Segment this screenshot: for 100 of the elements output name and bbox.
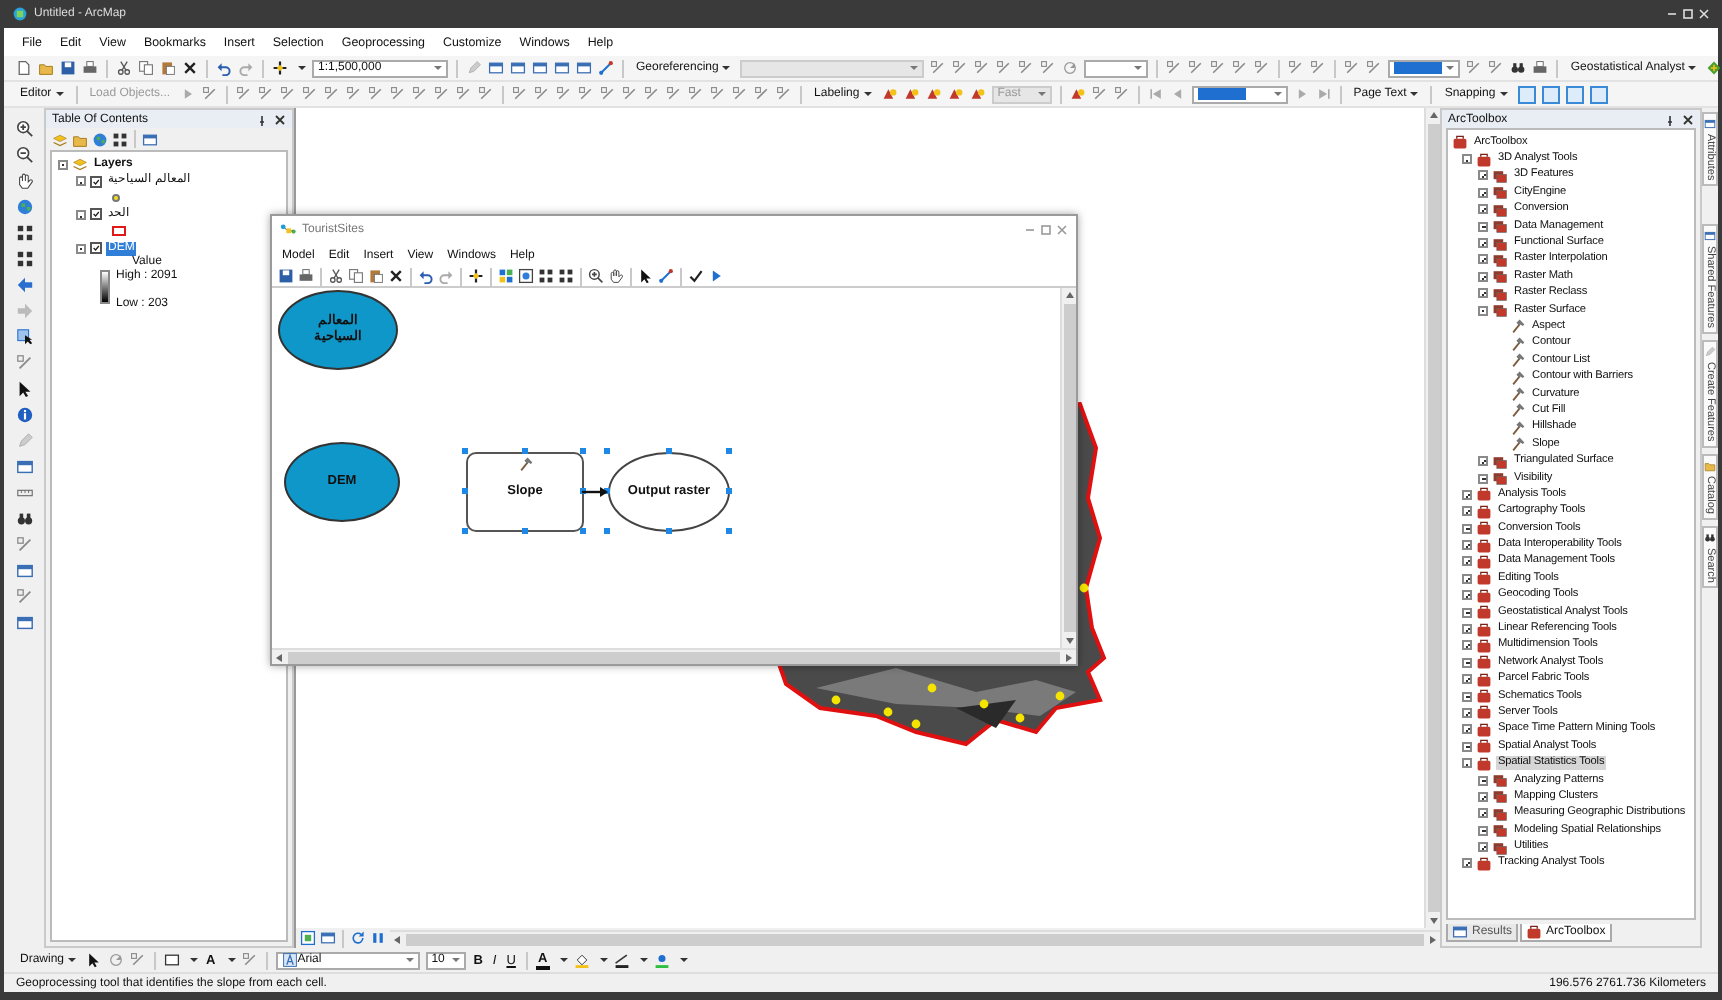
expand-toggle[interactable] bbox=[1462, 674, 1472, 685]
tool-icon[interactable] bbox=[1040, 60, 1057, 76]
label-icon[interactable] bbox=[1069, 86, 1086, 102]
expand-toggle[interactable] bbox=[1462, 506, 1472, 517]
expand-toggle[interactable] bbox=[1462, 573, 1472, 584]
tool-icon[interactable] bbox=[324, 86, 341, 102]
caret-icon[interactable] bbox=[1410, 92, 1419, 96]
tool-icon[interactable] bbox=[688, 86, 705, 102]
tool-icon[interactable] bbox=[644, 86, 661, 102]
rotate-icon[interactable] bbox=[1062, 60, 1079, 76]
marker-color-icon[interactable] bbox=[653, 952, 670, 968]
expand-toggle[interactable] bbox=[1462, 858, 1472, 869]
window-icon[interactable] bbox=[532, 60, 548, 76]
scrollbar[interactable] bbox=[390, 930, 1440, 946]
tool-icon[interactable] bbox=[456, 86, 473, 102]
tool-icon[interactable] bbox=[1344, 60, 1361, 76]
expand-toggle[interactable] bbox=[1478, 456, 1488, 467]
globe-icon[interactable] bbox=[15, 198, 33, 216]
scrollbar[interactable] bbox=[1424, 108, 1440, 928]
expand-toggle[interactable] bbox=[1478, 842, 1488, 853]
caret-icon[interactable] bbox=[298, 66, 306, 70]
tool-icon[interactable] bbox=[1466, 60, 1483, 76]
caret-icon[interactable] bbox=[722, 66, 731, 70]
expand-toggle[interactable] bbox=[1462, 707, 1472, 718]
expand-toggle[interactable] bbox=[1462, 523, 1472, 534]
text-field[interactable] bbox=[1084, 59, 1149, 77]
pointer-icon[interactable] bbox=[638, 268, 654, 284]
expand-toggle[interactable] bbox=[1462, 724, 1472, 735]
scissors-icon[interactable] bbox=[328, 268, 344, 284]
expand-toggle[interactable] bbox=[1462, 154, 1472, 165]
window-icon[interactable] bbox=[554, 60, 570, 76]
window-controls[interactable] bbox=[1666, 4, 1710, 24]
window-icon[interactable] bbox=[15, 458, 33, 476]
caret-icon[interactable] bbox=[559, 958, 568, 962]
tool-icon[interactable] bbox=[390, 86, 407, 102]
expand-toggle[interactable] bbox=[1462, 691, 1472, 702]
tool-icon[interactable] bbox=[930, 60, 947, 76]
label-icon[interactable] bbox=[969, 86, 986, 102]
checkbox[interactable] bbox=[90, 175, 102, 188]
save-icon[interactable] bbox=[60, 60, 76, 76]
connect-icon[interactable] bbox=[658, 268, 674, 284]
tool-icon[interactable] bbox=[1210, 60, 1227, 76]
window-icon[interactable] bbox=[15, 562, 33, 580]
hand-icon[interactable] bbox=[15, 172, 33, 190]
tool-icon[interactable] bbox=[346, 86, 363, 102]
tool-icon[interactable] bbox=[974, 60, 991, 76]
add-data-icon[interactable] bbox=[468, 268, 484, 284]
expand-toggle[interactable] bbox=[76, 243, 86, 254]
full-extent-icon[interactable] bbox=[518, 268, 534, 284]
expand-toggle[interactable] bbox=[1478, 473, 1488, 483]
caret-icon[interactable] bbox=[68, 958, 77, 962]
line-color-icon[interactable] bbox=[613, 952, 630, 968]
pointer-icon[interactable] bbox=[15, 380, 33, 398]
pointer-icon[interactable] bbox=[86, 952, 103, 968]
caret-icon[interactable] bbox=[599, 958, 608, 962]
expand-toggle[interactable] bbox=[1478, 238, 1488, 249]
tool-icon[interactable] bbox=[578, 86, 595, 102]
globe-icon[interactable] bbox=[92, 131, 108, 147]
clipboard-icon[interactable] bbox=[160, 60, 176, 76]
tool-icon[interactable] bbox=[130, 952, 147, 968]
squares-icon[interactable] bbox=[538, 268, 554, 284]
connect-icon[interactable] bbox=[598, 60, 614, 76]
expand-toggle[interactable] bbox=[1478, 271, 1488, 282]
expand-toggle[interactable] bbox=[1462, 741, 1472, 752]
squares-icon[interactable] bbox=[112, 131, 128, 147]
expand-toggle[interactable] bbox=[1462, 590, 1472, 601]
pause-icon[interactable] bbox=[370, 930, 386, 946]
tool-icon[interactable] bbox=[556, 86, 573, 102]
diamond-icon[interactable] bbox=[1706, 60, 1722, 76]
tool-icon[interactable] bbox=[1113, 86, 1130, 102]
expand-toggle[interactable] bbox=[1462, 640, 1472, 651]
tool-icon[interactable] bbox=[1310, 60, 1327, 76]
window-icon[interactable] bbox=[488, 60, 504, 76]
caret-icon[interactable] bbox=[227, 958, 236, 962]
zoom-in-icon[interactable] bbox=[588, 268, 604, 284]
checkbox[interactable] bbox=[90, 208, 102, 221]
tool-icon[interactable] bbox=[512, 86, 529, 102]
new-page-icon[interactable] bbox=[16, 60, 32, 76]
print-icon[interactable] bbox=[82, 60, 98, 76]
squares-icon[interactable] bbox=[15, 224, 33, 242]
tool-icon[interactable] bbox=[952, 60, 969, 76]
tool-icon[interactable] bbox=[1254, 60, 1271, 76]
expand-toggle[interactable] bbox=[1478, 187, 1488, 198]
expand-toggle[interactable] bbox=[76, 209, 86, 220]
expand-toggle[interactable] bbox=[1478, 170, 1488, 181]
dropdown-field[interactable] bbox=[1191, 85, 1288, 103]
print-icon[interactable] bbox=[298, 268, 314, 284]
tool-icon[interactable] bbox=[1188, 60, 1205, 76]
expand-toggle[interactable] bbox=[1478, 775, 1488, 786]
caret-icon[interactable] bbox=[55, 92, 64, 96]
tool-icon[interactable] bbox=[1232, 60, 1249, 76]
caret-icon[interactable] bbox=[679, 958, 688, 962]
scissors-icon[interactable] bbox=[116, 60, 132, 76]
tool-icon[interactable] bbox=[15, 588, 33, 606]
pin-close-buttons[interactable] bbox=[1666, 113, 1694, 125]
expand-toggle[interactable] bbox=[1462, 556, 1472, 567]
refresh-icon[interactable] bbox=[350, 930, 366, 946]
copy-icon[interactable] bbox=[138, 60, 154, 76]
expand-toggle[interactable] bbox=[1478, 825, 1488, 836]
tool-icon[interactable] bbox=[15, 354, 33, 372]
